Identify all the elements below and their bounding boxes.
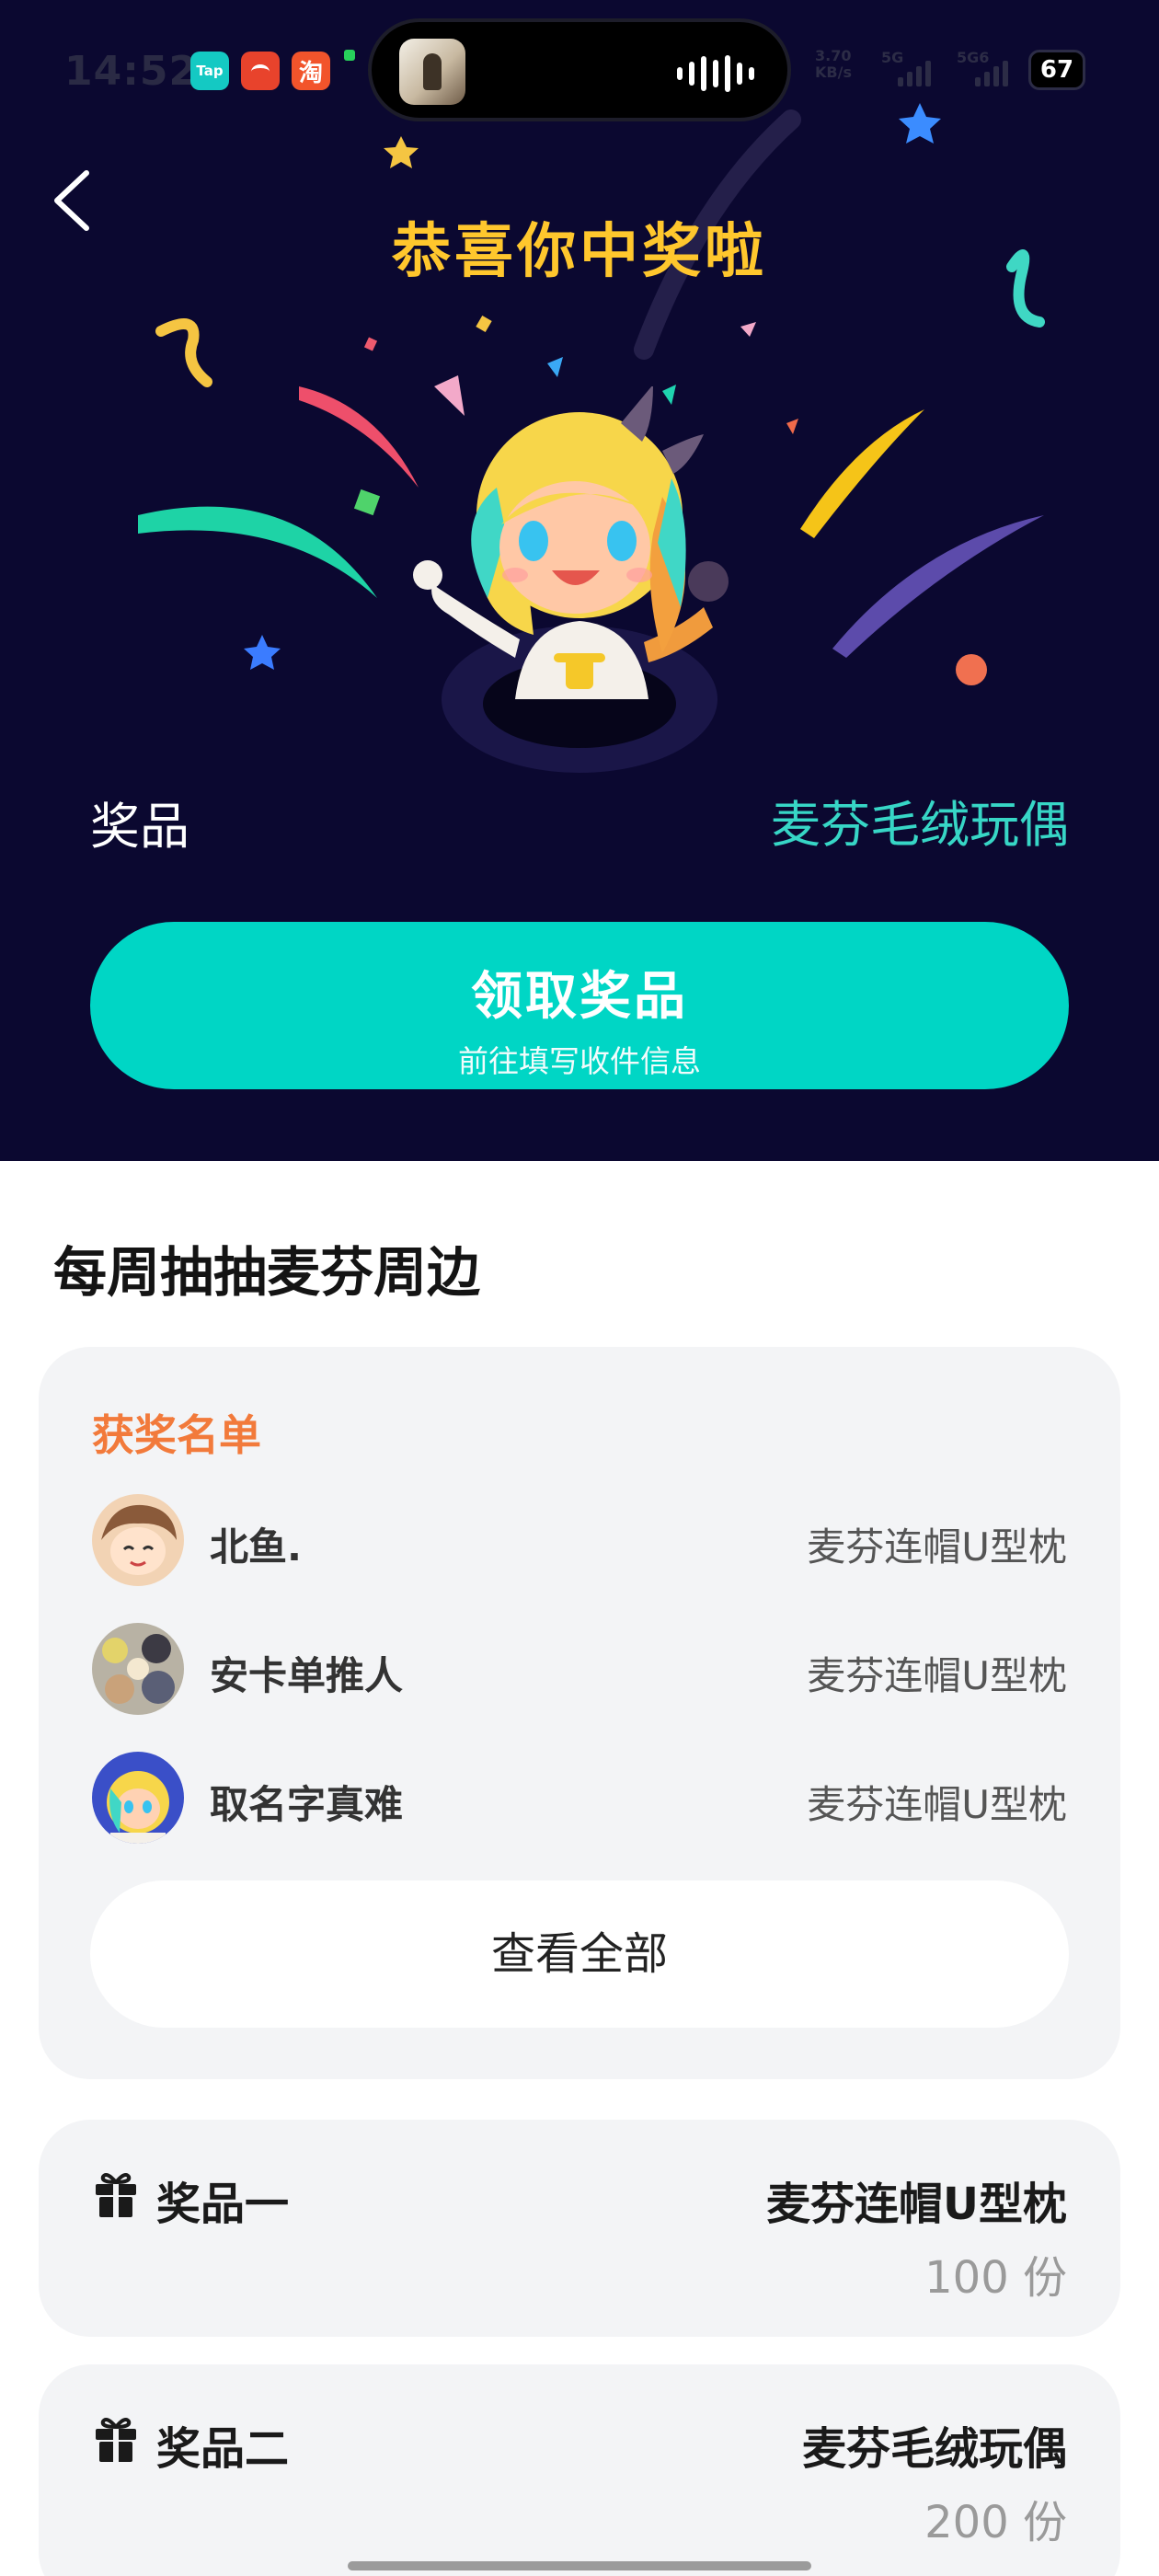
claim-button-sublabel: 前往填写收件信息 xyxy=(458,1043,701,1079)
prize-card: 奖品二 麦芬毛绒玩偶 200 份 xyxy=(39,2364,1120,2576)
prize-item-name: 麦芬毛绒玩偶 xyxy=(801,2423,1067,2475)
winners-list-title: 获奖名单 xyxy=(92,1410,261,1460)
winner-prize: 麦芬连帽U型枕 xyxy=(807,1653,1067,1698)
winner-name: 北鱼. xyxy=(210,1524,302,1570)
winner-name: 取名字真难 xyxy=(210,1782,404,1827)
muffin-mascot-illustration xyxy=(413,386,729,773)
gift-icon xyxy=(96,2173,136,2217)
claim-button-label: 领取奖品 xyxy=(471,967,688,1027)
winner-name: 安卡单推人 xyxy=(210,1653,404,1698)
avatar xyxy=(92,1494,184,1586)
winner-row: 安卡单推人 麦芬连帽U型枕 xyxy=(92,1623,1067,1715)
avatar xyxy=(92,1623,184,1715)
prize-hero: 14:52 Tap 淘 3.70 KB/s 5G 5G6 67 恭喜你中奖啦 奖… xyxy=(0,0,1159,1161)
avatar xyxy=(92,1752,184,1844)
claim-prize-button[interactable]: 领取奖品 前往填写收件信息 xyxy=(90,922,1069,1089)
section-title: 每周抽抽麦芬周边 xyxy=(53,1241,481,1304)
winner-row: 北鱼. 麦芬连帽U型枕 xyxy=(92,1494,1067,1586)
prize-rank: 奖品一 xyxy=(156,2179,290,2230)
prize-quantity: 200 份 xyxy=(924,2497,1067,2548)
prize-rank: 奖品二 xyxy=(156,2423,290,2475)
prize-label: 奖品 xyxy=(90,798,189,856)
prize-item-name: 麦芬连帽U型枕 xyxy=(766,2179,1067,2230)
prize-quantity: 100 份 xyxy=(924,2252,1067,2304)
prize-card: 奖品一 麦芬连帽U型枕 100 份 xyxy=(39,2120,1120,2337)
home-indicator[interactable] xyxy=(348,2561,811,2570)
congrats-title: 恭喜你中奖啦 xyxy=(392,218,767,286)
view-all-button[interactable]: 查看全部 xyxy=(90,1880,1069,2028)
winner-prize: 麦芬连帽U型枕 xyxy=(807,1782,1067,1827)
winners-card: 获奖名单 北鱼. 麦芬连帽U型枕 安卡单推人 麦芬连帽U型枕 取名字真难 麦芬连… xyxy=(39,1347,1120,2079)
winner-prize: 麦芬连帽U型枕 xyxy=(807,1524,1067,1570)
gift-icon xyxy=(96,2418,136,2462)
won-prize-name: 麦芬毛绒玩偶 xyxy=(771,796,1069,854)
winner-row: 取名字真难 麦芬连帽U型枕 xyxy=(92,1752,1067,1844)
